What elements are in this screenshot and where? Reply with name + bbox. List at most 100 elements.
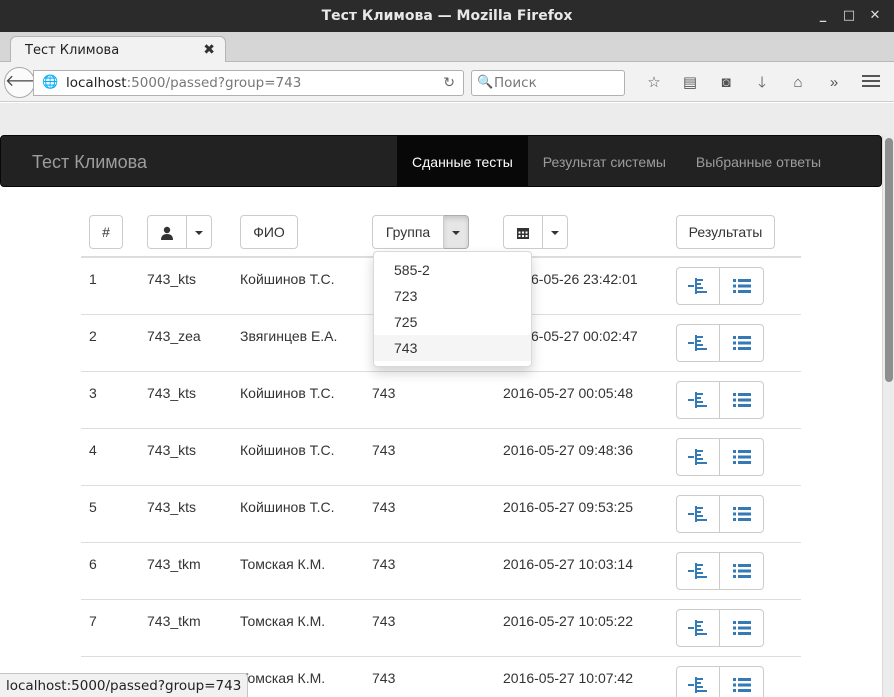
site-navbar: Тест Климова Сданные тесты Результат сис… (0, 135, 882, 187)
sort-fio-button[interactable]: ФИО (240, 215, 298, 249)
url-bar[interactable]: 🌐 localhost:5000/passed?group=743 ↻ (33, 70, 464, 96)
home-icon[interactable]: ⌂ (780, 70, 816, 96)
reload-icon[interactable]: ↻ (443, 71, 455, 95)
row-date: 2016-05-27 09:48:36 (503, 442, 633, 458)
group-filter-group: Группа (372, 215, 469, 249)
row-fio: Койшинов Т.С. (240, 499, 335, 515)
view-results-button[interactable] (720, 495, 764, 533)
row-date: 6-05-26 23:42:01 (531, 271, 638, 287)
group-filter-button[interactable]: Группа (372, 215, 444, 249)
results-button[interactable]: Результаты (676, 215, 775, 249)
globe-icon: 🌐 (42, 75, 59, 90)
date-filter-button[interactable] (503, 215, 543, 249)
page-scrollbar[interactable] (882, 135, 894, 697)
view-results-button[interactable] (720, 552, 764, 590)
row-group: 743 (372, 385, 396, 401)
answer-tree-icon (688, 563, 707, 579)
row-login: 743_kts (147, 271, 197, 287)
view-answers-button[interactable] (676, 495, 720, 533)
row-login: 743_zea (147, 328, 201, 344)
row-number: 5 (89, 499, 97, 515)
reading-list-icon[interactable]: ▤ (672, 70, 708, 96)
answer-tree-icon (688, 335, 707, 351)
tab-close-icon[interactable]: ✖ (203, 42, 215, 58)
sort-number-button[interactable]: # (89, 215, 123, 249)
answer-tree-icon (688, 677, 707, 693)
nav-passed-tests[interactable]: Сданные тесты (397, 136, 528, 186)
row-login: 743_kts (147, 385, 197, 401)
view-results-button[interactable] (720, 267, 764, 305)
view-results-button[interactable] (720, 438, 764, 476)
nav-selected-answers[interactable]: Выбранные ответы (681, 136, 836, 186)
row-group: 743 (372, 670, 396, 686)
menu-hamburger-icon[interactable] (862, 72, 880, 90)
back-button[interactable]: 🡐 (4, 67, 48, 98)
bookmarks-bar (0, 103, 894, 135)
browser-tab[interactable]: Тест Климова ✖ (10, 36, 226, 63)
view-results-button[interactable] (720, 324, 764, 362)
table-row: 6 743_tkm Томская К.М. 743 2016-05-27 10:03:… (81, 543, 801, 600)
group-filter-toggle[interactable] (444, 215, 469, 249)
list-icon (732, 279, 751, 293)
row-fio: Томская К.М. (240, 613, 326, 629)
view-results-button[interactable] (720, 609, 764, 647)
answer-tree-icon (688, 620, 707, 636)
site-brand[interactable]: Тест Климова (32, 136, 147, 188)
row-number: 4 (89, 442, 97, 458)
row-number: 6 (89, 556, 97, 572)
group-dropdown-menu: 585-2 723 725 743 (373, 251, 532, 367)
group-option[interactable]: 723 (374, 283, 531, 309)
row-fio: Койшинов Т.С. (240, 271, 335, 287)
overflow-chevron-icon[interactable]: » (816, 70, 852, 96)
caret-down-icon (551, 231, 559, 236)
view-results-button[interactable] (720, 381, 764, 419)
tab-strip: Тест Климова ✖ (0, 32, 894, 63)
row-group: 743 (372, 556, 396, 572)
scrollbar-thumb[interactable] (885, 138, 893, 382)
search-input[interactable]: 🔍 Поиск (471, 70, 625, 96)
view-answers-button[interactable] (676, 324, 720, 362)
view-results-button[interactable] (720, 666, 764, 697)
view-answers-button[interactable] (676, 552, 720, 590)
view-answers-button[interactable] (676, 438, 720, 476)
minimize-button[interactable]: _ (810, 0, 836, 32)
url-host: localhost (66, 75, 127, 91)
site-nav-links: Сданные тесты Результат системы Выбранны… (397, 136, 836, 186)
row-login: 743_kts (147, 499, 197, 515)
group-option[interactable]: 725 (374, 309, 531, 335)
view-answers-button[interactable] (676, 609, 720, 647)
group-option[interactable]: 743 (374, 335, 531, 361)
row-group: 743 (372, 613, 396, 629)
pocket-icon[interactable]: ◙ (708, 70, 744, 96)
user-filter-button[interactable] (147, 215, 187, 249)
row-date: 2016-05-27 10:03:14 (503, 556, 633, 572)
caret-down-icon (452, 231, 460, 236)
row-date: 2016-05-27 00:05:48 (503, 385, 633, 401)
window-title: Тест Климова — Mozilla Firefox (321, 8, 573, 24)
close-window-button[interactable]: ✕ (862, 0, 888, 32)
row-actions (676, 609, 764, 647)
row-date: 2016-05-27 10:07:42 (503, 670, 633, 686)
calendar-icon (517, 228, 529, 240)
browser-tools: ☆ ▤ ◙ 🡓 ⌂ » (636, 70, 852, 96)
list-icon (732, 564, 751, 578)
group-option[interactable]: 585-2 (374, 257, 531, 283)
date-filter-group (503, 215, 568, 249)
view-answers-button[interactable] (676, 267, 720, 305)
view-answers-button[interactable] (676, 381, 720, 419)
user-filter-toggle[interactable] (187, 215, 212, 249)
list-icon (732, 336, 751, 350)
download-icon[interactable]: 🡓 (744, 70, 780, 96)
table-row: 3 743_kts Койшинов Т.С. 743 2016-05-27 00:05… (81, 372, 801, 429)
answer-tree-icon (688, 392, 707, 408)
browser-toolbar: 🡐 🌐 localhost:5000/passed?group=743 ↻ 🔍 … (0, 62, 894, 102)
row-group: 743 (372, 442, 396, 458)
view-answers-button[interactable] (676, 666, 720, 697)
date-filter-toggle[interactable] (543, 215, 568, 249)
bookmark-star-icon[interactable]: ☆ (636, 70, 672, 96)
url-path: :5000/passed?group=743 (126, 75, 302, 91)
list-icon (732, 450, 751, 464)
maximize-button[interactable]: □ (836, 0, 862, 32)
nav-system-result[interactable]: Результат системы (528, 136, 681, 186)
row-login: 743_kts (147, 442, 197, 458)
